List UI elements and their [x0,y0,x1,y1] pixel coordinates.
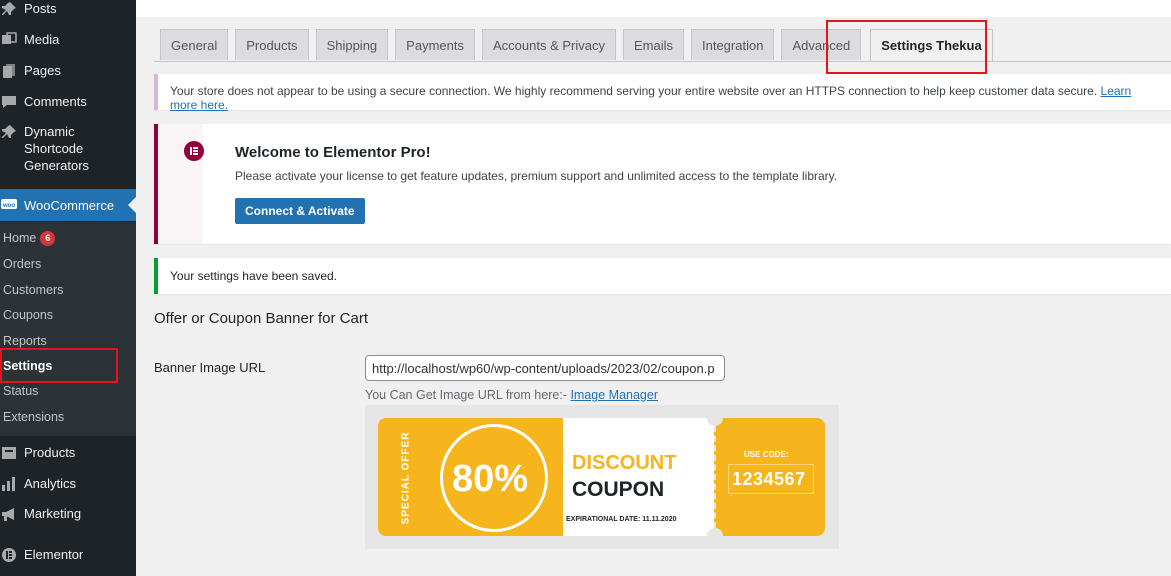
sidebar-item-dynamic-shortcode[interactable]: Dynamic Shortcode Generators [0,123,136,174]
pages-icon [0,62,18,80]
submenu-item-settings[interactable]: Settings [3,359,52,373]
sidebar-label: Posts [24,1,57,16]
help-text-prefix: You Can Get Image URL from here:- [365,388,567,402]
sidebar-label: Analytics [24,476,77,491]
sidebar-item-marketing[interactable]: Marketing [0,505,136,523]
sidebar-label: Media [24,32,60,47]
ssl-notice-text: Your store does not appear to be using a… [170,84,1098,98]
coupon-notch [707,410,723,426]
elementor-icon [0,546,18,564]
tab-integration[interactable]: Integration [691,29,775,60]
section-title: Offer or Coupon Banner for Cart [154,310,368,327]
submenu-item-coupons[interactable]: Coupons [3,308,53,322]
submenu-label: Settings [3,359,53,373]
tab-accounts-privacy[interactable]: Accounts & Privacy [481,29,616,60]
coupon-banner-image: SPECIAL OFFER 80% DISCOUNT COUPON EXPIRA… [378,410,825,544]
image-manager-link[interactable]: Image Manager [570,388,658,402]
sidebar-label: Dynamic Shortcode Generators [24,124,90,173]
woo-icon: woo [0,196,18,214]
coupon-notch [707,528,723,544]
svg-text:woo: woo [2,203,15,209]
submenu-label: Home [3,231,37,245]
sidebar-item-posts[interactable]: Posts [0,0,136,18]
sidebar-label: Comments [24,94,87,109]
settings-saved-notice: Your settings have been saved. [154,258,1171,294]
coupon-use-code-label: USE CODE: [744,450,789,459]
tab-products[interactable]: Products [235,29,309,60]
sidebar-item-products[interactable]: Products [0,444,136,462]
notification-badge: 6 [40,231,56,247]
coupon-percent: 80% [452,458,529,500]
submenu-label: Customers [3,283,64,297]
submenu-item-customers[interactable]: Customers [3,283,63,297]
coupon-special-offer-text: SPECIAL OFFER [400,431,412,525]
megaphone-icon [0,505,18,523]
submenu-item-status[interactable]: Status [3,384,38,398]
coupon-perforation [714,426,716,528]
submenu-item-home[interactable]: Home 6 [3,231,56,247]
products-icon [0,444,18,462]
woocommerce-submenu: Home 6 Orders Customers Coupons Reports S… [0,222,136,436]
submenu-label: Orders [3,257,42,271]
help-text: You Can Get Image URL from here:- Image … [365,388,658,402]
coupon-expiration-date: EXPIRATIONAL DATE: 11.11.2020 [566,516,677,523]
elementor-icon [184,141,204,161]
submenu-label: Status [3,384,39,398]
tab-shipping[interactable]: Shipping [315,29,389,60]
sidebar-label: WooCommerce [24,197,115,213]
submenu-label: Extensions [3,410,65,424]
sidebar-label: Pages [24,63,61,78]
sidebar-label: Elementor [24,547,84,562]
tab-settings-thekua[interactable]: Settings Thekua [870,29,993,62]
elementor-notice: Welcome to Elementor Pro! Please activat… [154,124,1171,244]
settings-tabs: General Products Shipping Payments Accou… [160,29,1000,62]
tab-payments[interactable]: Payments [395,29,475,60]
elementor-notice-title: Welcome to Elementor Pro! [235,144,431,161]
media-icon [0,31,18,49]
comment-icon [0,93,18,111]
sidebar-item-analytics[interactable]: Analytics [0,475,136,493]
tab-general[interactable]: General [160,29,229,60]
analytics-icon [0,475,18,493]
ssl-notice: Your store does not appear to be using a… [154,74,1171,112]
saved-notice-text: Your settings have been saved. [170,269,338,283]
sidebar-item-pages[interactable]: Pages [0,62,136,80]
tab-advanced[interactable]: Advanced [781,29,862,60]
submenu-item-reports[interactable]: Reports [3,334,47,348]
tabs-divider [154,61,1171,62]
submenu-label: Reports [3,334,47,348]
coupon-discount-text: DISCOUNT [572,452,677,474]
sidebar-item-comments[interactable]: Comments [0,93,136,111]
pin-icon [0,0,18,18]
sidebar-item-media[interactable]: Media [0,31,136,49]
sidebar-item-elementor[interactable]: Elementor [0,546,136,564]
elementor-notice-description: Please activate your license to get feat… [235,169,838,183]
coupon-coupon-text: COUPON [572,478,665,501]
sidebar-label: Products [24,445,76,460]
tab-emails[interactable]: Emails [622,29,684,60]
coupon-code: 1234567 [732,469,806,489]
banner-url-input[interactable] [365,355,725,381]
submenu-item-extensions[interactable]: Extensions [3,410,64,424]
top-header-strip [136,0,1171,17]
sidebar-label: Marketing [24,506,82,521]
banner-url-label: Banner Image URL [154,360,266,375]
submenu-item-orders[interactable]: Orders [3,257,41,271]
connect-activate-button[interactable]: Connect & Activate [235,198,365,224]
current-menu-arrow [128,197,136,213]
submenu-label: Coupons [3,308,54,322]
sidebar-item-woocommerce[interactable]: woo WooCommerce [0,189,136,221]
pin-icon [0,123,18,141]
admin-sidebar: Posts Media Pages Comments Dynamic Short… [0,0,136,576]
